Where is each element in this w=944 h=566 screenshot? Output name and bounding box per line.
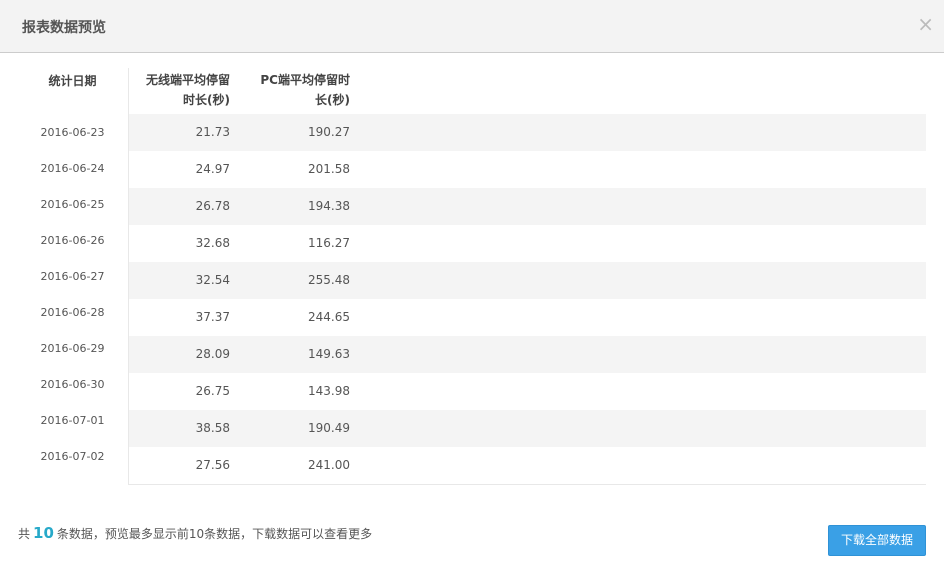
date-cell: 2016-06-26 <box>40 234 105 247</box>
date-cell: 2016-06-30 <box>40 378 105 391</box>
wireless-cell: 26.78 <box>195 199 230 213</box>
pc-cell: 143.98 <box>308 384 350 398</box>
date-cell: 2016-07-01 <box>40 414 105 427</box>
table-row: 21.73 190.27 <box>129 114 926 151</box>
header-wireless: 无线端平均停留 时长(秒) <box>129 70 230 110</box>
date-cell: 2016-06-28 <box>40 306 105 319</box>
wireless-cell: 24.97 <box>195 162 230 176</box>
header-wireless-line1: 无线端平均停留 <box>145 73 230 87</box>
table-row: 32.68 116.27 <box>129 225 926 262</box>
dialog-header: 报表数据预览 × <box>0 0 944 53</box>
pc-cell: 116.27 <box>308 236 350 250</box>
pc-cell: 255.48 <box>308 273 350 287</box>
footer-summary: 共 10 条数据，预览最多显示前10条数据，下载数据可以查看更多 <box>18 524 372 542</box>
header-pc-line1: PC端平均停留时 <box>260 73 350 87</box>
data-table: 无线端平均停留 时长(秒) PC端平均停留时 长(秒) 21.73 190.27 2… <box>128 68 926 485</box>
close-icon[interactable]: × <box>917 14 934 34</box>
row-count: 10 <box>33 524 54 542</box>
date-cell: 2016-06-24 <box>40 162 105 175</box>
summary-suffix: 条数据，预览最多显示前10条数据，下载数据可以查看更多 <box>56 527 373 541</box>
date-cell: 2016-06-29 <box>40 342 105 355</box>
wireless-cell: 32.54 <box>195 273 230 287</box>
header-wireless-line2: 时长(秒) <box>183 93 230 107</box>
header-pc-line2: 长(秒) <box>315 93 350 107</box>
header-pc: PC端平均停留时 长(秒) <box>239 70 350 110</box>
pc-cell: 241.00 <box>308 458 350 472</box>
summary-prefix: 共 <box>18 527 31 541</box>
table-row: 24.97 201.58 <box>129 151 926 188</box>
wireless-cell: 27.56 <box>195 458 230 472</box>
pc-cell: 244.65 <box>308 310 350 324</box>
download-all-button[interactable]: 下载全部数据 <box>828 525 926 556</box>
table-row: 32.54 255.48 <box>129 262 926 299</box>
table-row: 28.09 149.63 <box>129 336 926 373</box>
wireless-cell: 26.75 <box>195 384 230 398</box>
pc-cell: 190.27 <box>308 125 350 139</box>
pc-cell: 149.63 <box>308 347 350 361</box>
wireless-cell: 32.68 <box>195 236 230 250</box>
table-row: 38.58 190.49 <box>129 410 926 447</box>
date-cell: 2016-06-27 <box>40 270 105 283</box>
wireless-cell: 37.37 <box>195 310 230 324</box>
dialog-title: 报表数据预览 <box>22 20 106 36</box>
table-row: 26.75 143.98 <box>129 373 926 410</box>
pc-cell: 194.38 <box>308 199 350 213</box>
wireless-cell: 38.58 <box>195 421 230 435</box>
date-cell: 2016-07-02 <box>40 450 105 463</box>
date-cell: 2016-06-25 <box>40 198 105 211</box>
table-row: 37.37 244.65 <box>129 299 926 336</box>
pc-cell: 201.58 <box>308 162 350 176</box>
header-date: 统计日期 <box>48 74 97 88</box>
wireless-cell: 21.73 <box>195 125 230 139</box>
table-row: 26.78 194.38 <box>129 188 926 225</box>
pc-cell: 190.49 <box>308 421 350 435</box>
wireless-cell: 28.09 <box>195 347 230 361</box>
date-cell: 2016-06-23 <box>40 126 105 139</box>
table-row: 27.56 241.00 <box>129 447 926 484</box>
